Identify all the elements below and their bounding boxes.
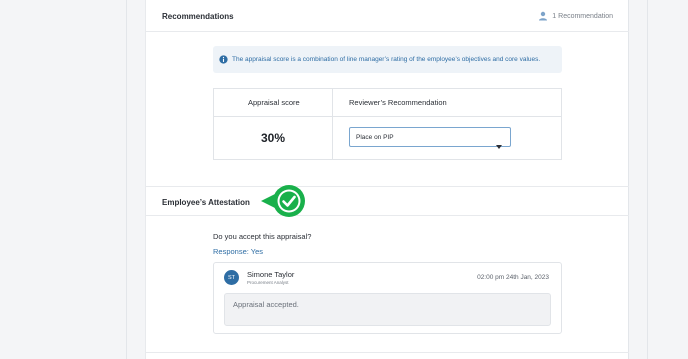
commenter-role: Procurement Analyst	[247, 280, 289, 285]
attestation-header: Employee’s Attestation	[146, 186, 629, 216]
attestation-response: Response: Yes	[213, 247, 264, 256]
reviewer-recommendation-header: Reviewer’s Recommendation	[349, 98, 447, 107]
info-icon	[219, 51, 228, 69]
commenter-name: Simone Taylor	[247, 270, 295, 279]
check-circle-icon	[261, 184, 307, 223]
info-text: The appraisal score is a combination of …	[232, 56, 541, 63]
score-table: Appraisal score Reviewer’s Recommendatio…	[213, 88, 562, 160]
appraisal-card: Recommendations 1 Recommendation The app…	[145, 0, 629, 359]
attestation-question: Do you accept this appraisal?	[213, 232, 312, 241]
appraisal-score-value: 30%	[261, 131, 286, 145]
attestation-comment: ST Simone Taylor Procurement Analyst 02:…	[213, 262, 562, 334]
recommendation-count-label: 1 Recommendation	[552, 12, 613, 20]
info-banner: The appraisal score is a combination of …	[213, 46, 562, 73]
left-panel	[0, 0, 127, 359]
avatar: ST	[224, 270, 239, 285]
appraisal-score-header: Appraisal score	[248, 98, 300, 107]
recommendations-header: Recommendations 1 Recommendation	[146, 0, 629, 32]
user-icon	[538, 11, 548, 21]
chevron-down-icon	[496, 136, 502, 154]
recommendation-count[interactable]: 1 Recommendation	[538, 11, 613, 21]
comment-text: Appraisal accepted.	[233, 300, 299, 309]
comment-timestamp: 02:00 pm 24th Jan, 2023	[477, 274, 549, 281]
comment-text-box: Appraisal accepted.	[224, 293, 551, 326]
right-panel	[628, 0, 688, 359]
attestation-title: Employee’s Attestation	[162, 198, 250, 207]
recommendations-title: Recommendations	[162, 12, 234, 21]
recommendation-selected-value: Place on PIP	[356, 134, 394, 141]
recommendation-select[interactable]: Place on PIP	[349, 127, 511, 149]
